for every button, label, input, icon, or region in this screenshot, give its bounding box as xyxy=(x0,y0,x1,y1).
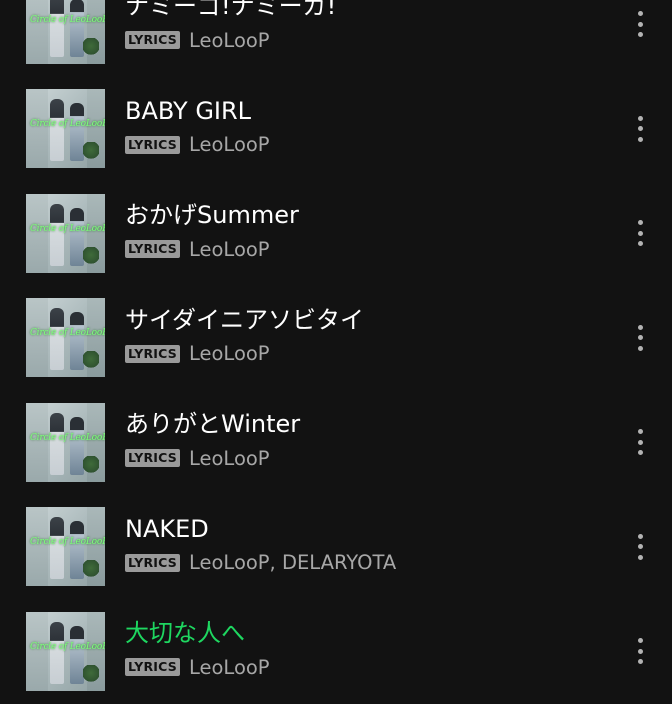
track-row[interactable]: Circle of LeoLooP ありがとWinter LYRICS LeoL… xyxy=(0,390,672,495)
album-cover: Circle of LeoLooP xyxy=(26,193,105,273)
lyrics-badge: LYRICS xyxy=(125,135,180,154)
album-cover: Circle of LeoLooP xyxy=(26,611,105,691)
more-options-icon[interactable] xyxy=(634,635,646,667)
cover-title-art: Circle of LeoLooP xyxy=(30,432,105,443)
track-meta: LYRICS LeoLooP, DELARYOTA xyxy=(125,551,397,574)
track-title: ありがとWinter xyxy=(125,410,301,438)
lyrics-badge: LYRICS xyxy=(125,240,180,258)
track-row[interactable]: Circle of LeoLooP 大切な人へ LYRICS LeoLooP xyxy=(0,599,672,704)
album-cover: Circle of LeoLooP xyxy=(26,89,105,169)
track-artist: LeoLooP xyxy=(188,133,270,156)
cover-title-art: Circle of LeoLooP xyxy=(30,537,105,548)
album-cover: Circle of LeoLooP xyxy=(26,402,105,482)
track-row[interactable]: Circle of LeoLooP サイダイニアソビタイ LYRICS LeoL… xyxy=(0,286,672,391)
album-cover: Circle of LeoLooP xyxy=(26,507,105,587)
more-options-icon[interactable] xyxy=(634,113,646,145)
cover-title-art: Circle of LeoLooP xyxy=(30,641,105,652)
track-meta: LYRICS LeoLooP xyxy=(125,342,270,365)
track-title: おかげSummer xyxy=(125,201,299,229)
track-artist: LeoLooP xyxy=(188,446,270,470)
lyrics-badge: LYRICS xyxy=(125,344,180,363)
album-cover: Circle of LeoLooP xyxy=(26,298,105,378)
track-meta: LYRICS LeoLooP xyxy=(125,655,270,679)
more-options-icon[interactable] xyxy=(634,217,646,249)
track-artist: LeoLooP, DELARYOTA xyxy=(188,551,397,574)
track-title-playing: 大切な人へ xyxy=(125,619,245,647)
track-artist: LeoLooP xyxy=(188,28,270,52)
cover-title-art: Circle of LeoLooP xyxy=(30,14,105,25)
track-artist: LeoLooP xyxy=(188,237,270,261)
lyrics-badge: LYRICS xyxy=(125,449,180,467)
track-row[interactable]: Circle of LeoLooP BABY GIRL LYRICS LeoLo… xyxy=(0,77,672,182)
lyrics-badge: LYRICS xyxy=(125,658,180,676)
track-row[interactable]: Circle of LeoLooP おかげSummer LYRICS LeoLo… xyxy=(0,181,672,286)
track-title: NAKED xyxy=(125,514,209,543)
more-options-icon[interactable] xyxy=(634,322,646,354)
lyrics-badge: LYRICS xyxy=(125,31,180,49)
cover-title-art: Circle of LeoLooP xyxy=(30,328,105,339)
cover-title-art: Circle of LeoLooP xyxy=(30,119,105,130)
track-artist: LeoLooP xyxy=(188,655,270,679)
track-list: Circle of LeoLooP ナミーゴ!ナミーガ! LYRICS LeoL… xyxy=(0,0,672,704)
track-meta: LYRICS LeoLooP xyxy=(125,28,270,52)
track-meta: LYRICS LeoLooP xyxy=(125,133,270,156)
track-artist: LeoLooP xyxy=(188,342,270,365)
track-title: サイダイニアソビタイ xyxy=(125,305,365,334)
track-row[interactable]: Circle of LeoLooP ナミーゴ!ナミーガ! LYRICS LeoL… xyxy=(0,0,672,77)
track-meta: LYRICS LeoLooP xyxy=(125,237,270,261)
track-row[interactable]: Circle of LeoLooP NAKED LYRICS LeoLooP, … xyxy=(0,495,672,600)
lyrics-badge: LYRICS xyxy=(125,553,180,572)
cover-title-art: Circle of LeoLooP xyxy=(30,223,105,234)
track-meta: LYRICS LeoLooP xyxy=(125,446,270,470)
album-cover: Circle of LeoLooP xyxy=(26,0,105,64)
more-options-icon[interactable] xyxy=(634,531,646,563)
track-title: ナミーゴ!ナミーガ! xyxy=(125,0,337,20)
track-title: BABY GIRL xyxy=(125,96,252,125)
more-options-icon[interactable] xyxy=(634,426,646,458)
more-options-icon[interactable] xyxy=(634,8,646,40)
